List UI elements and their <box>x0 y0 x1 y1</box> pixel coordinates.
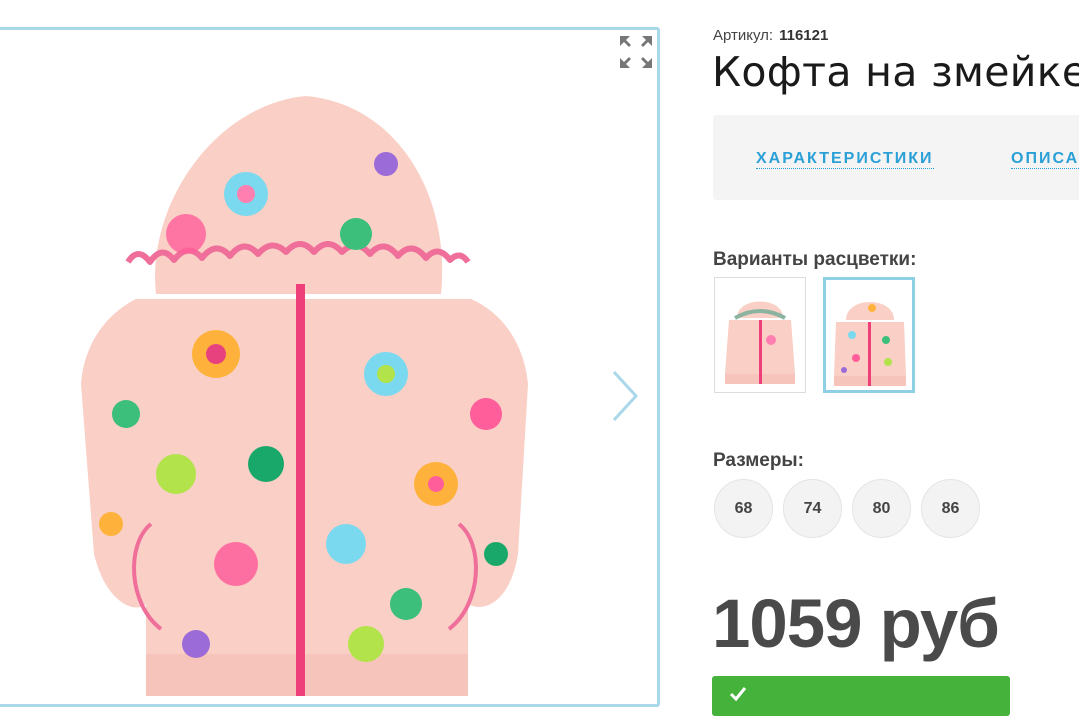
size-option[interactable]: 86 <box>921 479 980 538</box>
sku: Артикул: 116121 <box>713 27 828 44</box>
add-to-cart-button[interactable] <box>712 676 1010 716</box>
check-icon <box>729 687 747 702</box>
swatch-thumbnail <box>834 302 906 386</box>
size-option[interactable]: 68 <box>714 479 773 538</box>
product-image[interactable] <box>66 84 544 696</box>
tab-description[interactable]: ОПИСАНИЕ <box>1011 150 1079 169</box>
tab-characteristics[interactable]: ХАРАКТЕРИСТИКИ <box>756 150 934 169</box>
sizes-label: Размеры: <box>713 450 804 471</box>
color-variants-label: Варианты расцветки: <box>713 249 917 270</box>
swatch-thumbnail <box>725 301 795 384</box>
chevron-right-icon[interactable] <box>606 370 642 422</box>
sku-label: Артикул: <box>713 27 774 44</box>
size-option[interactable]: 80 <box>852 479 911 538</box>
size-option[interactable]: 74 <box>783 479 842 538</box>
color-swatch[interactable] <box>714 277 806 393</box>
expand-icon[interactable] <box>618 34 654 70</box>
color-swatch-selected[interactable] <box>823 277 915 393</box>
price: 1059 руб <box>712 585 1000 662</box>
tabs-bar: ХАРАКТЕРИСТИКИ ОПИСАНИЕ <box>713 115 1079 200</box>
sku-value: 116121 <box>779 27 829 44</box>
page-title: Кофта на змейке <box>712 48 1079 96</box>
